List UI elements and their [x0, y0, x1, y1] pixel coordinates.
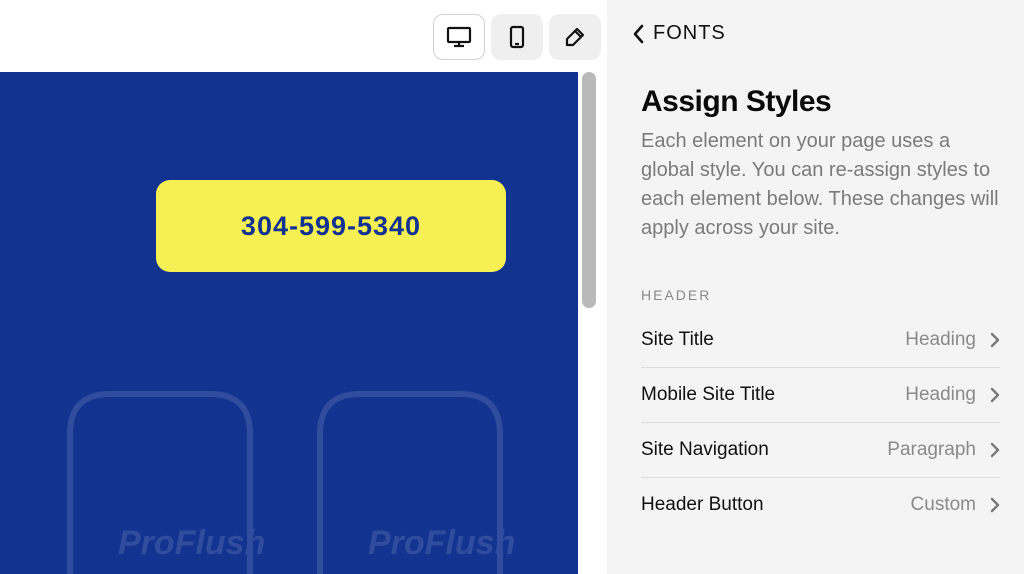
device-toolbar [433, 14, 601, 60]
desktop-icon [446, 26, 472, 48]
preview-pane: 304-599-5340 ProFlush ProFlush [0, 0, 607, 574]
mobile-view-button[interactable] [491, 14, 543, 60]
canvas-container: 304-599-5340 ProFlush ProFlush [0, 72, 607, 574]
styles-brush-button[interactable] [549, 14, 601, 60]
row-mobile-site-title[interactable]: Mobile Site Title Heading [641, 368, 1000, 423]
chevron-right-icon [990, 387, 1000, 403]
row-site-navigation[interactable]: Site Navigation Paragraph [641, 423, 1000, 478]
background-watermark: ProFlush ProFlush [0, 354, 578, 574]
brush-icon [563, 25, 587, 49]
row-right: Heading [905, 329, 1000, 351]
desktop-view-button[interactable] [433, 14, 485, 60]
chevron-right-icon [990, 497, 1000, 513]
site-preview-canvas[interactable]: 304-599-5340 ProFlush ProFlush [0, 72, 578, 574]
row-header-button[interactable]: Header Button Custom [641, 478, 1000, 532]
section-label-header: HEADER [641, 287, 1000, 303]
svg-text:ProFlush: ProFlush [118, 524, 265, 562]
panel-back-button[interactable]: FONTS [607, 0, 1024, 55]
preview-scrollbar-thumb[interactable] [582, 72, 596, 308]
preview-scrollbar[interactable] [582, 72, 598, 332]
chevron-left-icon [631, 23, 647, 45]
row-right: Paragraph [887, 439, 1000, 461]
row-value: Heading [905, 384, 976, 406]
row-right: Heading [905, 384, 1000, 406]
row-label: Header Button [641, 494, 764, 516]
phone-cta-button[interactable]: 304-599-5340 [156, 180, 506, 272]
chevron-right-icon [990, 332, 1000, 348]
phone-cta-label: 304-599-5340 [241, 211, 421, 242]
row-value: Paragraph [887, 439, 976, 461]
panel-title: Assign Styles [641, 85, 1000, 119]
row-label: Site Navigation [641, 439, 769, 461]
panel-back-label: FONTS [653, 22, 726, 45]
chevron-right-icon [990, 442, 1000, 458]
styles-panel: FONTS Assign Styles Each element on your… [607, 0, 1024, 574]
row-value: Custom [911, 494, 976, 516]
row-site-title[interactable]: Site Title Heading [641, 313, 1000, 368]
row-right: Custom [911, 494, 1000, 516]
mobile-icon [509, 25, 525, 49]
row-label: Mobile Site Title [641, 384, 775, 406]
panel-description: Each element on your page uses a global … [641, 127, 1000, 243]
row-value: Heading [905, 329, 976, 351]
panel-body: Assign Styles Each element on your page … [607, 55, 1024, 532]
svg-text:ProFlush: ProFlush [368, 524, 515, 562]
row-label: Site Title [641, 329, 714, 351]
